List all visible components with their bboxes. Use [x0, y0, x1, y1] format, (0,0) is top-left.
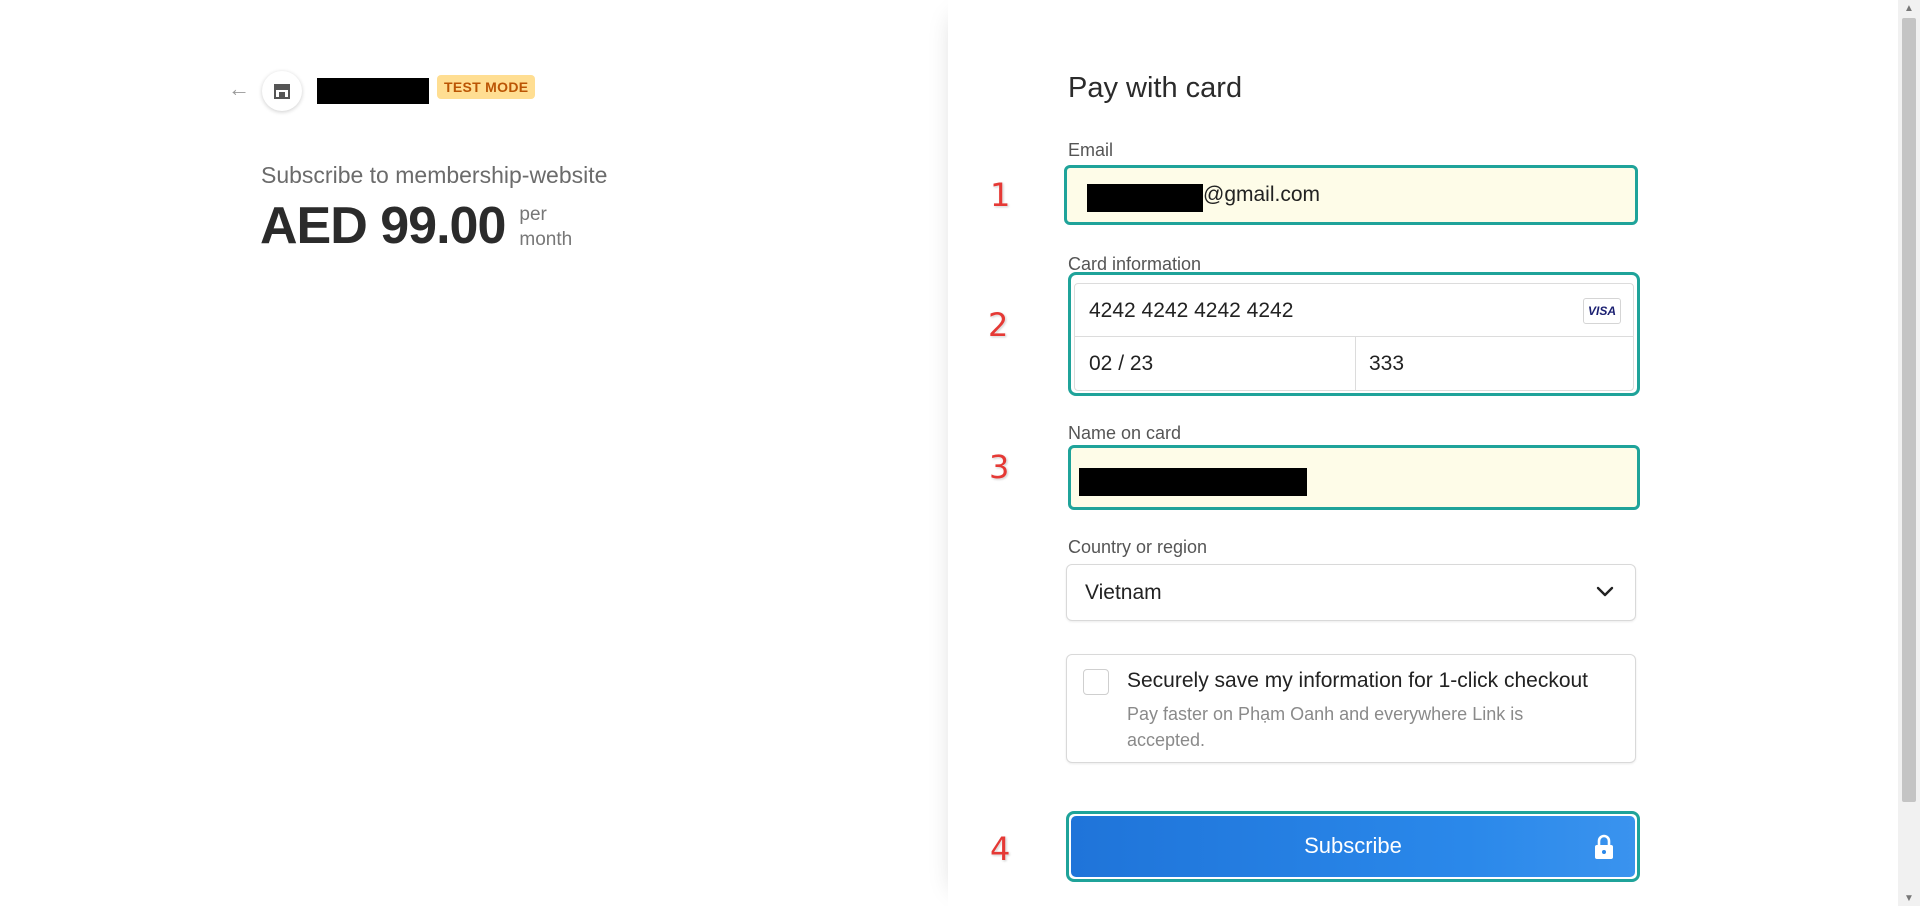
- card-fields: 4242 4242 4242 4242 VISA 02 / 23 333: [1074, 283, 1634, 391]
- email-domain: @gmail.com: [1203, 183, 1321, 206]
- card-cvc-field[interactable]: 333: [1369, 352, 1404, 376]
- email-field[interactable]: @gmail.com: [1064, 165, 1638, 225]
- annotation-3: 3: [989, 448, 1010, 486]
- divider: [1355, 336, 1356, 391]
- merchant-name-redacted: [317, 78, 429, 104]
- name-label: Name on card: [1068, 423, 1182, 443]
- save-info-panel: Securely save my information for 1-click…: [1066, 654, 1636, 763]
- price-row: AED 99.00 per month: [260, 196, 589, 256]
- form-title: Pay with card: [1068, 72, 1243, 104]
- email-redacted: [1087, 184, 1203, 212]
- country-value: Vietnam: [1085, 581, 1162, 604]
- card-expiry-field[interactable]: 02 / 23: [1089, 352, 1153, 376]
- test-mode-badge: TEST MODE: [437, 75, 536, 99]
- scrollbar[interactable]: ▲ ▼: [1898, 0, 1920, 906]
- email-label: Email: [1068, 140, 1114, 160]
- scroll-up-icon[interactable]: ▲: [1898, 0, 1920, 16]
- billing-period-line1: per: [519, 204, 547, 225]
- annotation-2: 2: [988, 306, 1009, 344]
- scroll-down-icon[interactable]: ▼: [1898, 890, 1920, 906]
- name-redacted: [1079, 468, 1307, 496]
- product-title: Subscribe to membership-website: [261, 162, 608, 188]
- subscribe-focus-ring: Subscribe: [1066, 811, 1640, 882]
- country-select[interactable]: Vietnam: [1066, 564, 1636, 621]
- lock-icon: [1595, 834, 1613, 859]
- price-amount: AED 99.00: [260, 197, 506, 255]
- card-number-field[interactable]: 4242 4242 4242 4242: [1089, 299, 1293, 323]
- chevron-down-icon: [1596, 586, 1614, 597]
- scroll-thumb[interactable]: [1902, 18, 1916, 802]
- save-info-checkbox[interactable]: [1083, 669, 1109, 695]
- subscribe-label: Subscribe: [1304, 833, 1402, 858]
- subscribe-button[interactable]: Subscribe: [1071, 816, 1635, 877]
- save-info-description: Pay faster on Phạm Oanh and everywhere L…: [1127, 704, 1524, 750]
- divider: [1075, 336, 1633, 337]
- annotation-4: 4: [990, 830, 1011, 868]
- store-icon: [262, 71, 302, 111]
- name-on-card-field[interactable]: [1068, 445, 1640, 510]
- order-summary-pane: ← TEST MODE Subscribe to membership-webs…: [0, 0, 948, 906]
- card-info-group: 4242 4242 4242 4242 VISA 02 / 23 333: [1068, 272, 1640, 396]
- billing-period: per month: [519, 202, 589, 252]
- back-arrow-icon[interactable]: ←: [226, 76, 252, 102]
- visa-icon: VISA: [1583, 298, 1621, 324]
- save-info-title: Securely save my information for 1-click…: [1127, 669, 1589, 692]
- annotation-1: 1: [990, 176, 1011, 214]
- country-label: Country or region: [1068, 537, 1208, 557]
- billing-period-line2: month: [519, 229, 573, 250]
